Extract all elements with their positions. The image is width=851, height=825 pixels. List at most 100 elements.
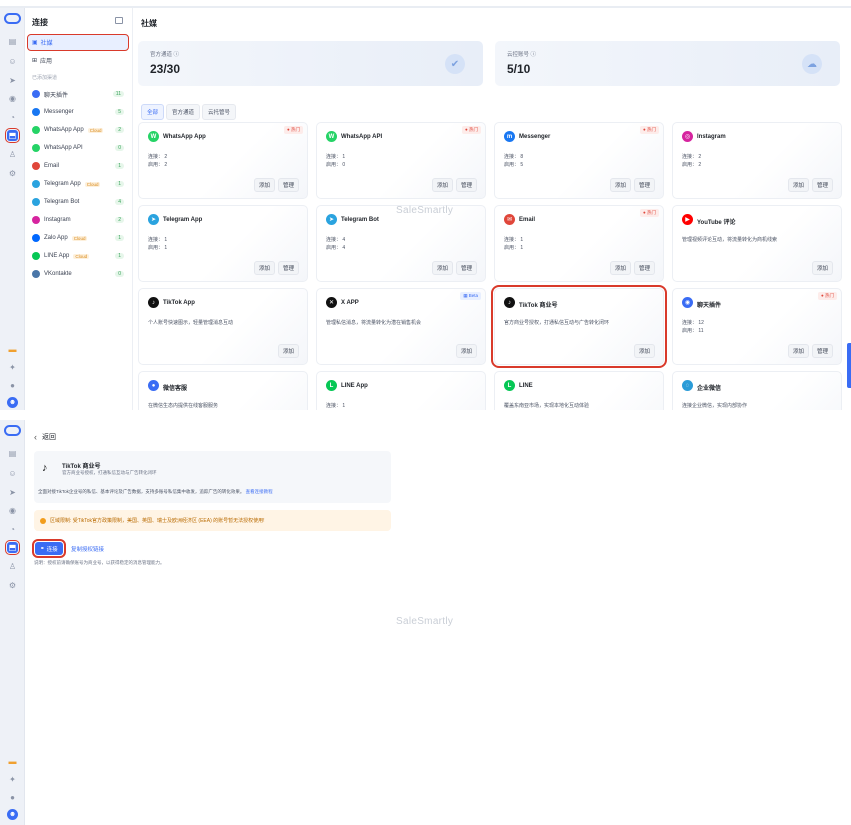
add-button[interactable]: 添加 [609,261,631,275]
sidebar-channel-item[interactable]: Telegram Bot 4 [28,194,128,210]
add-button[interactable]: 添加 [811,261,833,275]
tab-official[interactable]: 官方通道 [166,104,201,120]
manage-button[interactable]: 管理 [811,178,833,192]
card-title: TikTok 商业号 [519,303,558,309]
enabled-count: 启用： 2 [682,162,702,168]
send-icon[interactable]: ➤ [7,487,18,498]
card-title: LINE [519,383,533,389]
back-button[interactable]: ‹ 返回 [34,432,56,442]
tab-cloud-hosted[interactable]: 云托管号 [202,104,237,120]
logo-icon[interactable] [4,13,21,24]
cloud-badge: Cloud [71,235,88,241]
channel-icon [32,180,40,188]
tutorial-link[interactable]: 查看连接教程 [246,489,273,494]
screenshot-divider [0,412,851,418]
sidebar-item-label: 社媒 [40,41,53,47]
enabled-count: 启用： 1 [504,245,524,251]
cloud-badge: Cloud [73,253,90,259]
add-button[interactable]: 添加 [253,178,275,192]
chat-icon[interactable]: ▤ [7,36,18,47]
bell-icon[interactable]: ✦ [7,774,18,785]
whatsapp-icon: W [148,131,159,142]
robot-icon[interactable]: ♙ [7,149,18,160]
manage-button[interactable]: 管理 [277,261,299,275]
connect-icon[interactable]: ⬒ [5,540,20,555]
scrollbar-handle[interactable] [847,343,851,388]
card-title: LINE App [341,383,368,389]
add-button[interactable]: 添加 [277,344,299,358]
add-button[interactable]: 添加 [455,344,477,358]
gift-icon[interactable]: ▬ [7,344,18,355]
channel-card: ✉ Email ● 热门 连接： 1 启用： 1 添加 管理 [494,205,664,282]
sidebar-channel-item[interactable]: WhatsApp API 0 [28,140,128,156]
chart-icon[interactable]: ◔ [7,524,18,535]
add-button[interactable]: 添加 [633,344,655,358]
add-button[interactable]: 添加 [609,178,631,192]
circle-icon[interactable]: ◉ [7,505,18,516]
help-icon[interactable]: ● [7,380,18,391]
hot-badge: ● 热门 [640,126,659,134]
enabled-count: 启用： 11 [682,328,704,334]
messenger-icon: m [504,131,515,142]
card-title: Instagram [697,134,726,140]
channel-description: 全面对接TikTok企业号的私信、基本评论及广告数据，支持多账号私信集中收发，追… [38,489,273,495]
circle-icon[interactable]: ◉ [7,93,18,104]
connect-button[interactable]: ⚭ 连接 [32,539,66,558]
gift-icon[interactable]: ▬ [7,756,18,767]
contacts-icon[interactable]: ☺ [7,468,18,479]
telegram-icon: ➤ [326,214,337,225]
tab-all[interactable]: 全部 [141,104,165,120]
settings-icon[interactable]: ⚙ [7,168,18,179]
manage-button[interactable]: 管理 [277,178,299,192]
copy-auth-link-button[interactable]: 复制授权链接 [71,545,104,553]
connect-icon[interactable]: ⬒ [5,128,20,143]
manage-button[interactable]: 管理 [455,178,477,192]
help-icon[interactable]: ● [7,792,18,803]
contacts-icon[interactable]: ☺ [7,56,18,67]
chat-icon[interactable]: ▤ [7,448,18,459]
chart-icon[interactable]: ◔ [7,112,18,123]
sidebar-channel-item[interactable]: LINE App Cloud 1 [28,248,128,264]
add-button[interactable]: 添加 [787,344,809,358]
quota-label: 云控账号 ⓘ [507,52,537,58]
sidebar-channel-item[interactable]: WhatsApp App Cloud 2 [28,122,128,138]
add-button[interactable]: 添加 [253,261,275,275]
sidebar-channel-item[interactable]: 聊天插件 11 [28,86,128,102]
manage-button[interactable]: 管理 [455,261,477,275]
channel-count-badge: 0 [115,271,124,277]
channel-icon [32,252,40,260]
add-button[interactable]: 添加 [431,178,453,192]
auth-note: 说明：授权前请确保账号为商业号，以获得稳定的消息管理能力。 [34,560,165,565]
logo-icon[interactable] [4,425,21,436]
collapse-sidebar-icon[interactable] [115,17,123,24]
page-title: 社媒 [141,19,157,28]
add-button[interactable]: 添加 [787,178,809,192]
enabled-count: 启用： 2 [148,162,168,168]
sidebar-item-apps[interactable]: ⊞ 应用 [28,53,128,68]
channel-label: Telegram App [44,181,81,187]
sidebar-channel-item[interactable]: Telegram App Cloud 1 [28,176,128,192]
robot-icon[interactable]: ♙ [7,561,18,572]
card-title: Telegram App [163,217,203,223]
x-icon: ✕ [326,297,337,308]
sidebar-channel-item[interactable]: Messenger 5 [28,104,128,120]
add-button[interactable]: 添加 [431,261,453,275]
app-icon: ⊞ [32,58,38,64]
manage-button[interactable]: 管理 [811,344,833,358]
sidebar-channel-item[interactable]: VKontakte 0 [28,266,128,282]
social-connections-screen: ▤ ☺ ➤ ◉ ◔ ⬒ ♙ ⚙ ▬ ✦ ● ☻ 连接 ▣ 社媒 ⊞ 应用 已添加渠道 聊天插件 11 Me… [0,6,851,410]
bell-icon[interactable]: ✦ [7,362,18,373]
hot-badge: ● 热门 [284,126,303,134]
sidebar-item-social[interactable]: ▣ 社媒 [27,34,129,51]
send-icon[interactable]: ➤ [7,75,18,86]
user-avatar-icon[interactable]: ☻ [7,397,18,408]
card-title: Email [519,217,536,223]
sidebar-channel-item[interactable]: Email 1 [28,158,128,174]
user-avatar-icon[interactable]: ☻ [7,809,18,820]
manage-button[interactable]: 管理 [633,261,655,275]
sidebar-channel-item[interactable]: Instagram 2 [28,212,128,228]
settings-icon[interactable]: ⚙ [7,580,18,591]
manage-button[interactable]: 管理 [633,178,655,192]
connect-label: 连接 [46,546,58,553]
sidebar-channel-item[interactable]: Zalo App Cloud 1 [28,230,128,246]
